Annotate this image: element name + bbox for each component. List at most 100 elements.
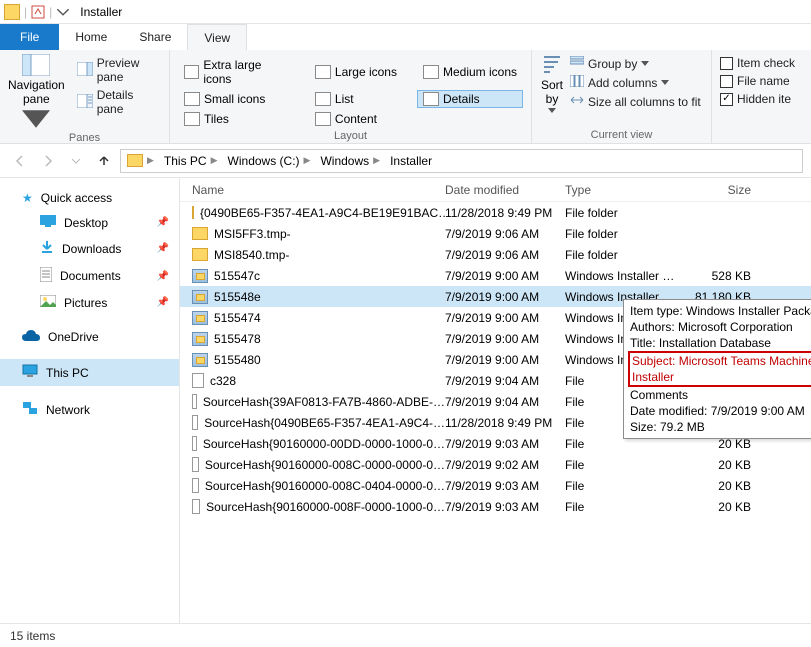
document-icon <box>40 267 52 285</box>
tooltip-line: Item type: Windows Installer Package <box>630 303 811 319</box>
sidebar-item-onedrive[interactable]: OneDrive <box>0 325 179 349</box>
col-date[interactable]: Date modified <box>445 183 565 197</box>
checkbox-label: File name <box>737 74 790 88</box>
preview-pane-button[interactable]: Preview pane <box>77 56 161 84</box>
download-icon <box>40 240 54 257</box>
view-details[interactable]: Details <box>417 90 523 108</box>
sort-by-label: Sort by <box>541 78 563 106</box>
view-tiles[interactable]: Tiles <box>178 110 295 128</box>
sidebar-item-downloads[interactable]: Downloads 📌 <box>0 235 179 262</box>
file-row[interactable]: SourceHash{90160000-008F-0000-1000-0…7/9… <box>180 496 811 517</box>
file-name: SourceHash{0490BE65-F357-4EA1-A9C4-… <box>204 416 445 430</box>
file-icon <box>192 499 200 514</box>
sort-by-button[interactable]: Sort by <box>540 54 564 113</box>
pin-icon: 📌 <box>157 217 169 228</box>
layout-icon <box>184 92 200 106</box>
file-row[interactable]: 515547c7/9/2019 9:00 AMWindows Installer… <box>180 265 811 286</box>
sidebar-item-desktop[interactable]: Desktop 📌 <box>0 210 179 235</box>
sidebar-label: Desktop <box>64 216 108 230</box>
file-name: SourceHash{39AF0813-FA7B-4860-ADBE-… <box>203 395 445 409</box>
file-row[interactable]: MSI5FF3.tmp-7/9/2019 9:06 AMFile folder <box>180 223 811 244</box>
preview-pane-icon <box>77 62 93 79</box>
chevron-right-icon: ▶ <box>373 155 380 166</box>
file-row[interactable]: MSI8540.tmp-7/9/2019 9:06 AMFile folder <box>180 244 811 265</box>
layout-icon <box>184 65 199 79</box>
forward-button[interactable] <box>36 149 60 173</box>
file-type: File folder <box>565 227 685 241</box>
layout-label: Large icons <box>335 65 397 79</box>
file-date: 7/9/2019 9:00 AM <box>445 353 565 367</box>
tab-share[interactable]: Share <box>123 24 187 50</box>
details-pane-icon <box>77 94 93 111</box>
dropdown-icon[interactable] <box>56 5 70 19</box>
breadcrumb-segment[interactable]: Windows (C:)▶ <box>224 154 315 168</box>
file-date: 7/9/2019 9:02 AM <box>445 458 565 472</box>
filename-ext-toggle[interactable]: File name <box>720 74 795 88</box>
tab-view[interactable]: View <box>187 24 247 50</box>
col-name[interactable]: Name <box>192 183 445 197</box>
file-tab[interactable]: File <box>0 24 59 50</box>
tooltip-line: Date modified: 7/9/2019 9:00 AM <box>630 403 811 419</box>
add-columns-icon <box>570 75 584 90</box>
group-by-button[interactable]: Group by <box>570 56 701 71</box>
tab-home[interactable]: Home <box>59 24 123 50</box>
group-label-panes: Panes <box>8 132 161 144</box>
view-extra-large-icons[interactable]: Extra large icons <box>178 56 295 88</box>
main-content: ★Quick access Desktop 📌 Downloads 📌 Docume… <box>0 178 811 623</box>
pin-icon: 📌 <box>157 297 169 308</box>
sidebar-item-pictures[interactable]: Pictures📌 <box>0 290 179 315</box>
up-button[interactable] <box>92 149 116 173</box>
file-date: 7/9/2019 9:03 AM <box>445 500 565 514</box>
view-large-icons[interactable]: Large icons <box>309 56 403 88</box>
file-row[interactable]: {0490BE65-F357-4EA1-A9C4-BE19E91BAC…11/2… <box>180 202 811 223</box>
col-size[interactable]: Size <box>685 183 759 197</box>
file-date: 11/28/2018 9:49 PM <box>445 416 565 430</box>
file-name: SourceHash{90160000-008F-0000-1000-0… <box>206 500 445 514</box>
layout-icon <box>423 65 439 79</box>
view-small-icons[interactable]: Small icons <box>178 90 295 108</box>
breadcrumb-label: This PC <box>164 154 207 168</box>
sidebar-label: Quick access <box>41 191 112 205</box>
item-checkboxes-toggle[interactable]: Item check <box>720 56 795 70</box>
col-type[interactable]: Type <box>565 183 685 197</box>
sidebar-item-this-pc[interactable]: This PC <box>0 359 179 386</box>
sidebar-item-quick-access[interactable]: ★Quick access <box>0 186 179 210</box>
add-columns-button[interactable]: Add columns <box>570 75 701 90</box>
file-row[interactable]: SourceHash{90160000-008C-0000-0000-0…7/9… <box>180 454 811 475</box>
view-content[interactable]: Content <box>309 110 403 128</box>
hidden-items-toggle[interactable]: Hidden ite <box>720 92 795 106</box>
breadcrumb-segment[interactable]: Installer <box>386 154 436 168</box>
address-bar[interactable]: ▶ This PC▶ Windows (C:)▶ Windows▶ Instal… <box>120 149 803 173</box>
details-pane-button[interactable]: Details pane <box>77 88 161 116</box>
breadcrumb-segment[interactable]: Windows▶ <box>316 154 384 168</box>
msi-icon <box>192 269 208 283</box>
navigation-bar: ▶ This PC▶ Windows (C:)▶ Windows▶ Instal… <box>0 144 811 178</box>
tooltip-line: Authors: Microsoft Corporation <box>630 319 811 335</box>
file-date: 7/9/2019 9:00 AM <box>445 332 565 346</box>
ribbon-group-showhide: Item check File name Hidden ite <box>712 50 803 143</box>
pin-icon: 📌 <box>157 243 169 254</box>
file-date: 7/9/2019 9:00 AM <box>445 269 565 283</box>
recent-locations-dropdown[interactable] <box>64 149 88 173</box>
sidebar-label: Downloads <box>62 242 121 256</box>
layout-label: List <box>335 92 354 106</box>
file-row[interactable]: SourceHash{90160000-008C-0404-0000-0…7/9… <box>180 475 811 496</box>
group-by-icon <box>570 56 584 71</box>
properties-icon[interactable] <box>31 5 45 19</box>
file-icon <box>192 394 197 409</box>
navigation-pane-button[interactable]: Navigation pane <box>8 54 65 130</box>
checkbox-icon <box>720 57 733 70</box>
sidebar-item-network[interactable]: Network <box>0 396 179 423</box>
size-columns-button[interactable]: Size all columns to fit <box>570 94 701 109</box>
sidebar-item-documents[interactable]: Documents📌 <box>0 262 179 290</box>
folder-icon <box>192 227 208 240</box>
file-date: 11/28/2018 9:49 PM <box>445 206 565 220</box>
back-button[interactable] <box>8 149 32 173</box>
breadcrumb-segment[interactable]: This PC▶ <box>160 154 222 168</box>
view-medium-icons[interactable]: Medium icons <box>417 56 523 88</box>
chevron-right-icon: ▶ <box>304 155 311 166</box>
file-date: 7/9/2019 9:04 AM <box>445 374 565 388</box>
navigation-pane: ★Quick access Desktop 📌 Downloads 📌 Docume… <box>0 178 180 623</box>
file-date: 7/9/2019 9:06 AM <box>445 248 565 262</box>
view-list[interactable]: List <box>309 90 403 108</box>
